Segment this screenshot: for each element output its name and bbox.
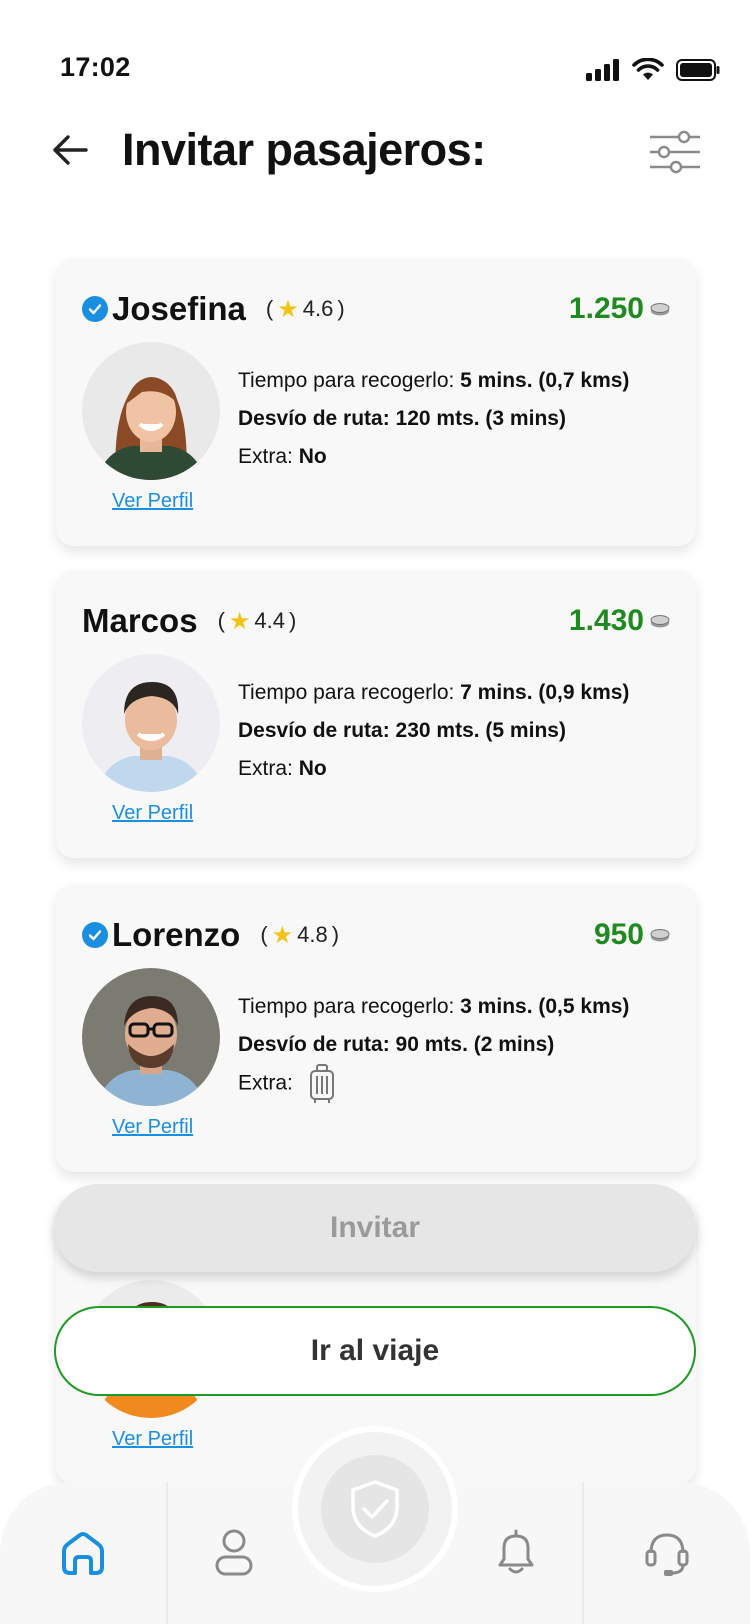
extra: Extra: No [238, 445, 327, 468]
verified-check-icon [82, 922, 108, 948]
nav-profile[interactable] [168, 1482, 300, 1624]
passenger-card: Lorenzo (★ 4.8) 950 Tiempo para recogerlo… [56, 884, 696, 1172]
wifi-icon [632, 58, 664, 80]
view-profile-link[interactable]: Ver Perfil [112, 1116, 193, 1139]
filter-button[interactable] [648, 130, 702, 176]
coin-icon [650, 615, 670, 628]
card-header: Marcos (★ 4.4) 1.430 [82, 596, 670, 646]
pickup-time: Tiempo para recogerlo: 5 mins. (0,7 kms) [238, 369, 630, 392]
pickup-time: Tiempo para recogerlo: 3 mins. (0,5 kms) [238, 995, 630, 1018]
price: 1.250 [569, 292, 670, 326]
coin-icon [650, 303, 670, 316]
passenger-name: Lorenzo [112, 916, 241, 953]
passenger-card: Josefina (★ 4.6) 1.250 Tiempo para recoge… [56, 258, 696, 546]
passenger-rating: (★ 4.6) [265, 295, 345, 323]
back-arrow-icon [53, 135, 88, 165]
view-profile-link[interactable]: Ver Perfil [112, 490, 193, 513]
price: 1.430 [569, 604, 670, 638]
shield-check-icon [351, 1480, 399, 1538]
price: 950 [594, 918, 670, 952]
nav-home[interactable] [0, 1482, 166, 1624]
profile-icon [215, 1529, 253, 1576]
route-detour: Desvío de ruta: 120 mts. (3 mins) [238, 407, 566, 430]
star-icon: ★ [271, 921, 294, 949]
card-header: Josefina (★ 4.6) 1.250 [82, 284, 670, 334]
rating-value: 4.4 [254, 608, 285, 633]
trip-info: Tiempo para recogerlo: 5 mins. (0,7 kms)… [238, 362, 629, 476]
center-safety-button[interactable] [298, 1432, 452, 1586]
avatar [82, 342, 220, 480]
header: Invitar pasajeros: [0, 110, 750, 220]
verified-check-icon [82, 296, 108, 322]
go-to-trip-button[interactable]: Ir al viaje [54, 1306, 696, 1396]
luggage-icon [309, 1064, 334, 1103]
view-profile-link[interactable]: Ver Perfil [112, 802, 193, 825]
filter-sliders-icon [650, 130, 700, 174]
status-icons [586, 58, 720, 82]
avatar [82, 654, 220, 792]
passenger-rating: (★ 4.4) [217, 607, 297, 635]
invite-button[interactable]: Invitar [54, 1184, 696, 1272]
view-profile-link[interactable]: Ver Perfil [112, 1428, 193, 1451]
center-button-inner [321, 1455, 429, 1563]
pickup-time: Tiempo para recogerlo: 7 mins. (0,9 kms) [238, 681, 630, 704]
coin-icon [650, 929, 670, 942]
passenger-name: Marcos [82, 602, 198, 639]
avatar [82, 968, 220, 1106]
route-detour: Desvío de ruta: 230 mts. (5 mins) [238, 719, 566, 742]
bell-icon [498, 1529, 534, 1574]
extra: Extra: [238, 1064, 629, 1104]
route-detour: Desvío de ruta: 90 mts. (2 mins) [238, 1033, 555, 1056]
trip-info: Tiempo para recogerlo: 3 mins. (0,5 kms)… [238, 988, 629, 1104]
battery-icon [676, 59, 720, 81]
status-time: 17:02 [60, 52, 131, 82]
rating-value: 4.8 [297, 922, 328, 947]
nav-support[interactable] [584, 1482, 750, 1624]
nav-notifications[interactable] [450, 1482, 582, 1624]
page-title: Invitar pasajeros: [122, 124, 486, 175]
card-header: Lorenzo (★ 4.8) 950 [82, 910, 670, 960]
rating-value: 4.6 [302, 296, 334, 321]
trip-info: Tiempo para recogerlo: 7 mins. (0,9 kms)… [238, 674, 629, 788]
passenger-card: Marcos (★ 4.4) 1.430 Tiempo para recogerl… [56, 570, 696, 858]
passenger-rating: (★ 4.8) [260, 921, 340, 949]
headset-icon [645, 1533, 689, 1576]
star-icon: ★ [228, 607, 251, 635]
extra: Extra: No [238, 757, 327, 780]
passenger-name: Josefina [112, 290, 246, 327]
back-button[interactable] [48, 128, 92, 172]
price-value: 1.430 [568, 604, 644, 637]
price-value: 950 [593, 918, 644, 951]
signal-icon [586, 59, 619, 81]
home-icon [62, 1532, 104, 1575]
status-bar: 17:02 [0, 0, 750, 110]
price-value: 1.250 [568, 292, 644, 325]
star-icon: ★ [277, 295, 299, 323]
